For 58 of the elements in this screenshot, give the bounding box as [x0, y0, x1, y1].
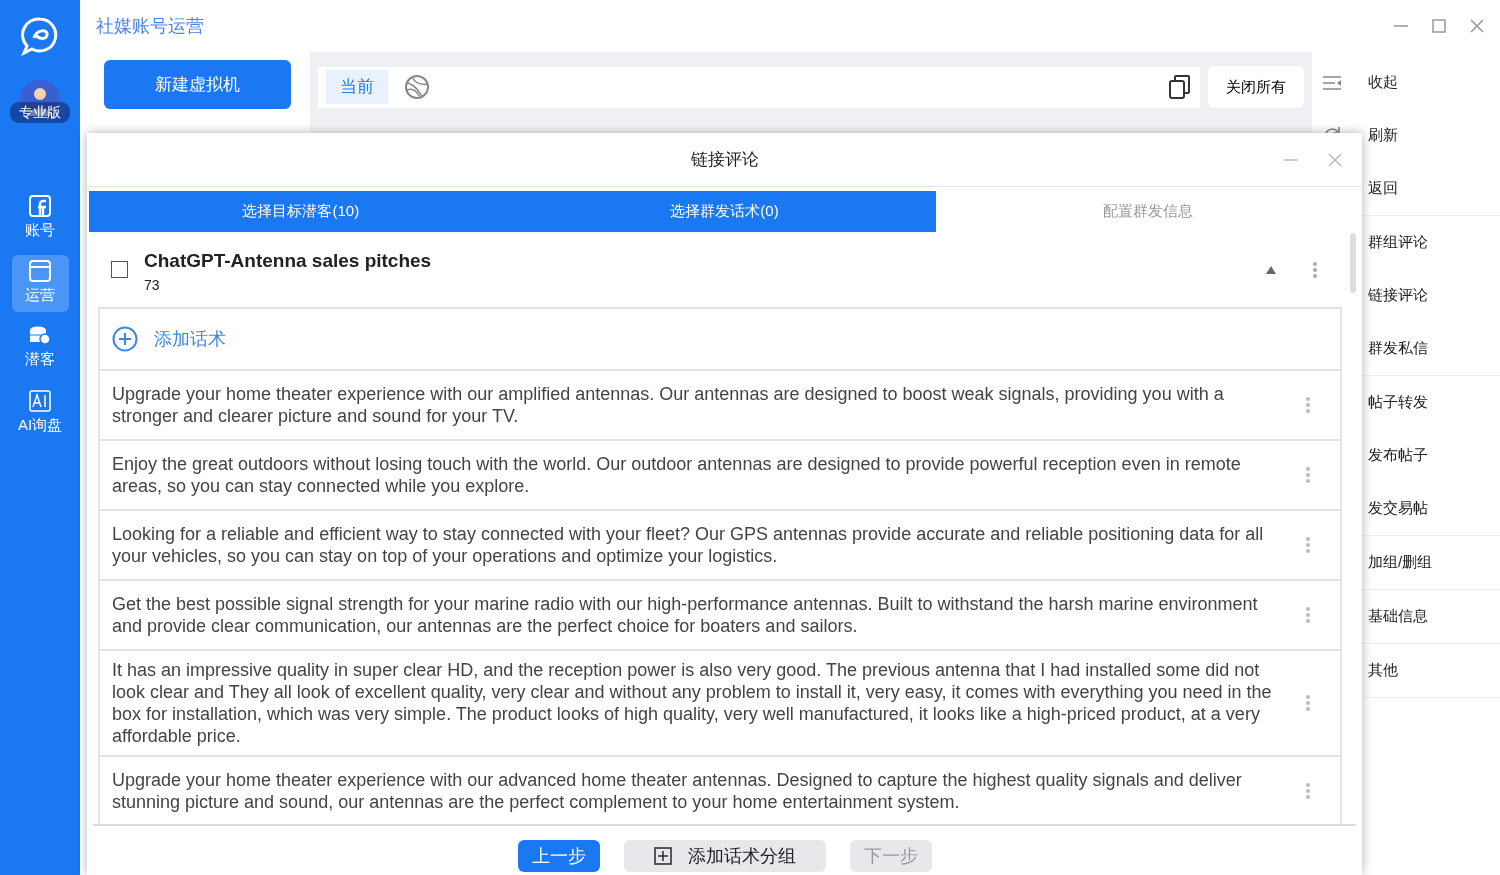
- logo-icon: [20, 16, 60, 56]
- menu-item[interactable]: 返回: [1368, 177, 1398, 200]
- pitch-count: 73: [144, 276, 161, 296]
- menu-item[interactable]: 基础信息: [1368, 605, 1428, 628]
- menu-item[interactable]: 链接评论: [1368, 284, 1428, 307]
- more-icon[interactable]: [1305, 606, 1311, 624]
- avatar: [20, 80, 60, 120]
- menu-item[interactable]: 群组评论: [1368, 231, 1428, 254]
- nav-item[interactable]: 账号: [11, 190, 69, 247]
- close-all-button[interactable]: 关闭所有: [1208, 65, 1304, 109]
- pitch-text: Get the best possible signal strength for your marine radio with our high-performance antennas. Built to withstand the harsh marine environment and provide clear communication, our antennas are the perfect choice for boaters and sailors.: [112, 593, 1259, 637]
- add-group-button[interactable]: 添加话术分组: [623, 840, 826, 872]
- menu-item[interactable]: 刷新: [1368, 124, 1398, 147]
- scrollbar[interactable]: [1350, 233, 1356, 293]
- collapse-caret-icon[interactable]: [1266, 265, 1276, 274]
- maximize-icon[interactable]: [1432, 19, 1446, 33]
- more-icon[interactable]: [1305, 782, 1311, 800]
- pitch-text: Enjoy the great outdoors without losing touch with the world. Our outdoor antennas are designed to provide powerful reception even in remote areas, so you can stay connected while you explore.: [112, 453, 1242, 497]
- globe-icon[interactable]: [404, 74, 430, 100]
- menu-item[interactable]: 帖子转发: [1368, 391, 1428, 414]
- more-icon[interactable]: [1305, 694, 1311, 712]
- add-pitch-link[interactable]: 添加话术: [154, 325, 226, 353]
- window-icon: [29, 260, 51, 283]
- close-icon[interactable]: [1470, 19, 1484, 33]
- tab[interactable]: 当前: [326, 70, 388, 104]
- previous-button[interactable]: 上一步: [517, 840, 600, 872]
- app-title: 社媒账号运营: [96, 14, 204, 38]
- step-tab[interactable]: 选择目标潜客(10): [89, 191, 513, 232]
- facebook-icon: [29, 195, 51, 218]
- database-icon: [29, 326, 51, 347]
- menu-item[interactable]: 收起: [1368, 71, 1398, 94]
- menu-item[interactable]: 群发私信: [1368, 337, 1428, 360]
- new-vm-button[interactable]: 新建虚拟机: [104, 60, 291, 109]
- nav-item[interactable]: AI询盘: [11, 385, 69, 442]
- group-title: ChatGPT-Antenna sales pitches: [144, 248, 432, 273]
- pitch-text: Looking for a reliable and efficient way to stay connected with your fleet? Our GPS antennas provide accurate and reliable positioning data for all your vehicles, so you can stay on top of your operations and optimize your logistics.: [112, 523, 1265, 567]
- more-icon[interactable]: [1312, 260, 1318, 279]
- step-tab[interactable]: 选择群发话术(0): [512, 191, 937, 232]
- pitch-text: Upgrade your home theater experience with our advanced home theater antennas. Designed to capture the highest quality signals and deliver stunning picture and sound, our antennas are the perfect complement to your home entertainment system.: [112, 769, 1243, 813]
- plus-square-icon: [653, 847, 672, 865]
- collapse-menu-icon[interactable]: [1322, 74, 1342, 91]
- edition-badge: 专业版: [10, 102, 70, 123]
- menu-item[interactable]: 发交易帖: [1368, 497, 1428, 520]
- nav-item[interactable]: 潜客: [11, 320, 69, 377]
- menu-item[interactable]: 加组/删组: [1368, 551, 1433, 574]
- ai-icon: [29, 390, 51, 413]
- checkbox[interactable]: [111, 261, 128, 278]
- copy-icon[interactable]: [1168, 74, 1192, 100]
- add-icon[interactable]: [112, 326, 138, 352]
- more-icon[interactable]: [1305, 466, 1311, 484]
- menu-item[interactable]: 发布帖子: [1368, 444, 1428, 467]
- more-icon[interactable]: [1305, 536, 1311, 554]
- dialog-title: 链接评论: [690, 148, 759, 171]
- more-icon[interactable]: [1305, 396, 1311, 414]
- pitch-text: Upgrade your home theater experience with our amplified antennas. Our antennas are designed to boost weak signals, providing you with a stronger and clearer picture and sound for your TV.: [112, 383, 1225, 427]
- close-icon[interactable]: [1328, 153, 1342, 167]
- pitch-text: It has an impressive quality in super clear HD, and the reception power is also very good. The previous antenna that I had installed some did not look clear and They all look of excellent quality, very clear and without any problem to install it, very easy, it comes with everything you need in the box for installation, which was very simple. The product looks of high quality, very well manufactured, it looks like a high-priced product, at a very affordable price.: [112, 659, 1273, 747]
- menu-item[interactable]: 其他: [1368, 659, 1398, 682]
